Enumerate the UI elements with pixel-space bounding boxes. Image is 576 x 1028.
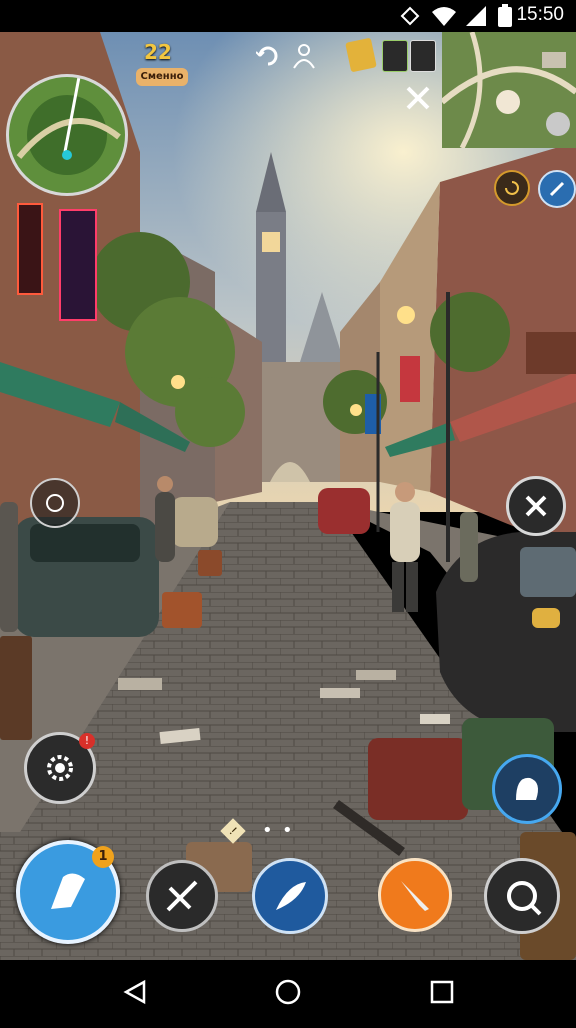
home-button[interactable] bbox=[275, 979, 301, 1005]
level-number: 22 bbox=[144, 40, 172, 64]
loot-tag-icon[interactable] bbox=[532, 608, 560, 628]
feather-icon bbox=[276, 882, 306, 910]
settings-tools-icon[interactable] bbox=[404, 84, 432, 112]
status-icons bbox=[400, 4, 512, 27]
battery-icon bbox=[498, 4, 512, 27]
close-button[interactable] bbox=[506, 476, 566, 536]
game-scene[interactable]: 22 Сменно ! ! • • 1 bbox=[0, 32, 576, 960]
back-button[interactable] bbox=[123, 979, 146, 1005]
minimap[interactable] bbox=[6, 74, 128, 196]
stats-icon[interactable] bbox=[410, 40, 436, 72]
minimap-terrain bbox=[16, 77, 121, 175]
level-badge: 22 Сменно bbox=[136, 40, 188, 90]
cycle-icon[interactable] bbox=[255, 44, 280, 68]
spiral-icon bbox=[505, 181, 519, 195]
dagger-skill-button[interactable] bbox=[378, 858, 452, 932]
spiral-quest-button[interactable] bbox=[494, 170, 530, 206]
signal-icon bbox=[466, 6, 486, 26]
nav-buttons bbox=[123, 979, 454, 1005]
compass-button[interactable] bbox=[538, 170, 576, 208]
shield-icon bbox=[546, 112, 570, 136]
wifi-icon bbox=[432, 7, 456, 26]
target-skill-button[interactable] bbox=[484, 858, 560, 934]
emote-wheel-button[interactable] bbox=[30, 478, 80, 528]
feather-dash-skill-button[interactable] bbox=[252, 858, 328, 934]
crossbow-skill-button[interactable] bbox=[146, 860, 218, 932]
gear-icon bbox=[47, 755, 73, 781]
area-map-terrain bbox=[442, 32, 576, 148]
quick-bar-hint: ! • • bbox=[220, 818, 302, 844]
target-icon bbox=[507, 881, 542, 916]
settings-gear-button[interactable]: ! bbox=[24, 732, 96, 804]
recents-button[interactable] bbox=[430, 980, 454, 1004]
status-bar: 15:50 bbox=[0, 0, 576, 32]
skill-notification-badge: 1 bbox=[92, 846, 114, 868]
map-marker-icon bbox=[51, 873, 85, 909]
map-marker-skill-button[interactable]: 1 bbox=[16, 840, 120, 944]
tool-icon[interactable] bbox=[382, 40, 408, 72]
hint-dot-1: • bbox=[262, 820, 273, 841]
player-marker-icon bbox=[62, 150, 72, 160]
dagger-icon bbox=[401, 881, 429, 911]
ghost-icon bbox=[516, 777, 538, 800]
system-nav-bar bbox=[0, 960, 576, 1024]
vpn-key-icon bbox=[400, 6, 420, 26]
crossbow-icon bbox=[166, 880, 198, 912]
emote-icon bbox=[46, 494, 64, 512]
level-label: Сменно bbox=[136, 68, 188, 86]
hint-warning-marker: ! bbox=[220, 818, 246, 844]
gear-notification-badge: ! bbox=[79, 733, 95, 749]
team-icon[interactable] bbox=[290, 42, 318, 70]
ghost-companion-button[interactable] bbox=[492, 754, 562, 824]
area-map-preview[interactable] bbox=[442, 32, 576, 148]
clock: 15:50 bbox=[516, 4, 564, 25]
compass-icon bbox=[549, 181, 565, 197]
close-icon bbox=[525, 495, 547, 517]
hint-dot-2: • bbox=[282, 820, 293, 841]
